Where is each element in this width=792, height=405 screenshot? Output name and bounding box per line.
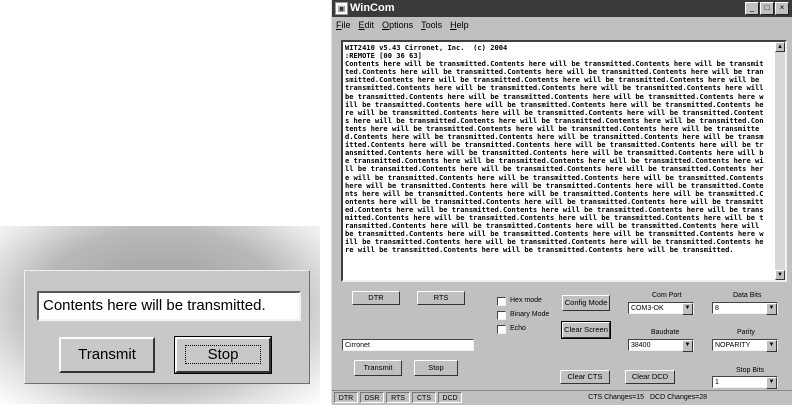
baudrate-select[interactable]: 38400 ▼ <box>628 339 694 352</box>
status-bar: DTR DSR RTS CTS DCD CTS Changes=15 DCD C… <box>332 390 792 405</box>
com-port-dropdown-icon[interactable]: ▼ <box>682 303 693 315</box>
dtr-button[interactable]: DTR <box>352 291 400 305</box>
status-dcd-changes: DCD Changes=28 <box>650 394 708 401</box>
scroll-down-icon[interactable]: ▼ <box>775 270 785 280</box>
data-bits-dropdown-icon[interactable]: ▼ <box>766 303 777 315</box>
hex-mode-label: Hex mode <box>510 297 542 304</box>
data-bits-select[interactable]: 8 ▼ <box>712 302 778 315</box>
status-rts: RTS <box>386 392 410 403</box>
hex-mode-checkbox[interactable] <box>497 297 506 306</box>
menu-options[interactable]: Options <box>382 18 413 32</box>
com-port-select[interactable]: COM3-OK ▼ <box>628 302 694 315</box>
terminal-text: WIT2410 v5.43 Cirronet, Inc. (c) 2004 :R… <box>345 43 764 255</box>
clear-cts-button[interactable]: Clear CTS <box>560 370 610 384</box>
menu-file[interactable]: File <box>336 18 351 32</box>
inset-transmit-field[interactable]: Contents here will be transmitted. <box>37 291 301 321</box>
status-cts: CTS <box>412 392 436 403</box>
transmit-button[interactable]: Transmit <box>354 360 402 376</box>
parity-value: NOPARITY <box>715 342 751 349</box>
config-mode-button[interactable]: Config Mode <box>562 295 610 311</box>
wincom-window: ▣ WinCom _ □ × File Edit Options Tools H… <box>331 0 792 405</box>
status-dtr: DTR <box>334 392 358 403</box>
clear-screen-button[interactable]: Clear Screen <box>561 321 611 339</box>
stop-button[interactable]: Stop <box>414 360 458 376</box>
status-dcd: DCD <box>438 392 462 403</box>
menu-bar: File Edit Options Tools Help <box>332 18 792 32</box>
rts-button[interactable]: RTS <box>417 291 465 305</box>
zoom-inset: Contents here will be transmitted. Trans… <box>24 270 310 384</box>
close-icon[interactable]: × <box>775 2 789 15</box>
data-bits-value: 8 <box>715 305 719 312</box>
echo-label: Echo <box>510 325 526 332</box>
terminal-output[interactable]: WIT2410 v5.43 Cirronet, Inc. (c) 2004 :R… <box>341 40 787 282</box>
menu-help[interactable]: Help <box>450 18 469 32</box>
terminal-scrollbar[interactable]: ▲ ▼ <box>775 42 785 280</box>
status-cts-changes: CTS Changes=15 <box>588 394 644 401</box>
menu-tools[interactable]: Tools <box>421 18 442 32</box>
parity-label: Parity <box>737 329 755 336</box>
stop-bits-select[interactable]: 1 ▼ <box>712 376 778 389</box>
clear-dcd-button[interactable]: Clear DCD <box>625 370 675 384</box>
transmit-input[interactable]: Cirronet <box>342 339 474 351</box>
inset-stop-label: Stop <box>184 345 262 364</box>
title-bar: ▣ WinCom _ □ × <box>332 0 792 17</box>
window-title: WinCom <box>350 2 395 14</box>
maximize-icon[interactable]: □ <box>760 2 774 15</box>
echo-checkbox[interactable] <box>497 325 506 334</box>
com-port-label: Com Port <box>652 292 682 299</box>
status-dsr: DSR <box>360 392 384 403</box>
scroll-up-icon[interactable]: ▲ <box>775 42 785 52</box>
parity-dropdown-icon[interactable]: ▼ <box>766 340 777 352</box>
menu-edit[interactable]: Edit <box>359 18 375 32</box>
inset-transmit-button[interactable]: Transmit <box>59 337 155 373</box>
stop-bits-dropdown-icon[interactable]: ▼ <box>766 377 777 389</box>
stop-bits-label: Stop Bits <box>736 367 765 374</box>
stop-bits-value: 1 <box>715 379 719 386</box>
baudrate-dropdown-icon[interactable]: ▼ <box>682 340 693 352</box>
com-port-value: COM3-OK <box>631 305 664 312</box>
inset-stop-button[interactable]: Stop <box>174 336 272 374</box>
binary-mode-label: Binary Mode <box>510 311 550 318</box>
minimize-icon[interactable]: _ <box>745 2 759 15</box>
window-controls: _ □ × <box>745 2 789 15</box>
baudrate-label: Baudrate <box>651 329 680 336</box>
baudrate-value: 38400 <box>631 342 651 349</box>
app-icon: ▣ <box>335 2 348 15</box>
parity-select[interactable]: NOPARITY ▼ <box>712 339 778 352</box>
binary-mode-checkbox[interactable] <box>497 311 506 320</box>
data-bits-label: Data Bits <box>733 292 762 299</box>
